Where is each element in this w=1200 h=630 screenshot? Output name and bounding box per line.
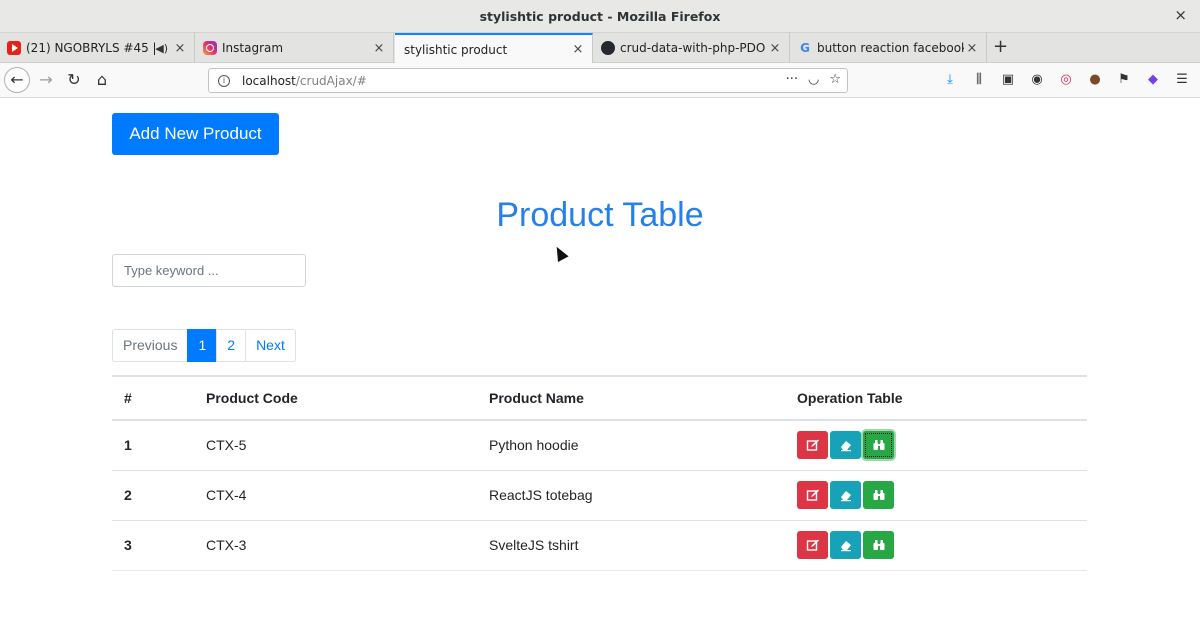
page-actions-icon[interactable]: ··· bbox=[786, 72, 798, 87]
page-title: Product Table bbox=[496, 196, 704, 234]
binoculars-icon bbox=[872, 488, 886, 502]
edit-icon bbox=[806, 538, 820, 552]
mouse-cursor-icon bbox=[551, 244, 569, 262]
url-path: /crudAjax/# bbox=[295, 73, 367, 88]
tab-github[interactable]: crud-data-with-php-PDO × bbox=[594, 33, 790, 63]
tab-close-icon[interactable]: × bbox=[570, 42, 586, 57]
product-name: Python hoodie bbox=[477, 420, 785, 471]
toolbar-icons: ⤓ ⫼ ▣ ◉ ◎ ● ⚑ ◆ ☰ bbox=[942, 72, 1190, 88]
column-header-product-name: Product Name bbox=[489, 390, 584, 406]
tab-google[interactable]: G button reaction facebook × bbox=[791, 33, 987, 63]
tab-close-icon[interactable]: × bbox=[767, 41, 783, 56]
tab-close-icon[interactable]: × bbox=[172, 41, 188, 56]
row-number: 3 bbox=[112, 520, 194, 571]
pagination: Previous 1 2 Next bbox=[112, 329, 296, 362]
binoculars-icon bbox=[872, 438, 886, 452]
github-icon bbox=[601, 41, 615, 55]
search-input[interactable] bbox=[112, 254, 306, 287]
column-header-product-code: Product Code bbox=[206, 390, 298, 406]
pagination-page-2[interactable]: 2 bbox=[216, 329, 247, 362]
tab-instagram[interactable]: Instagram × bbox=[196, 33, 394, 63]
product-code: CTX-5 bbox=[194, 420, 477, 471]
window-title: stylishtic product - Mozilla Firefox bbox=[479, 8, 721, 24]
eraser-icon bbox=[839, 538, 853, 552]
menu-icon[interactable]: ☰ bbox=[1174, 72, 1190, 88]
eraser-icon bbox=[839, 438, 853, 452]
column-header-number: # bbox=[124, 390, 132, 406]
instagram-icon bbox=[203, 41, 217, 55]
tab-stylishtic-product[interactable]: stylishtic product × bbox=[395, 33, 593, 64]
tab-strip: (21) NGOBRYLS #45 | ◀) × Instagram × sty… bbox=[0, 33, 1200, 64]
product-table: # Product Code Product Name Operation Ta… bbox=[112, 375, 1087, 571]
page-content: Add New Product Product Table Previous 1… bbox=[0, 98, 1200, 630]
tab-label: stylishtic product bbox=[404, 42, 508, 57]
edit-icon bbox=[806, 438, 820, 452]
tab-close-icon[interactable]: × bbox=[371, 41, 387, 56]
pagination-page-1[interactable]: 1 bbox=[187, 329, 218, 362]
edit-button[interactable] bbox=[797, 431, 828, 460]
url-bar[interactable]: i localhost/crudAjax/# ··· ◡ ☆ bbox=[208, 68, 848, 93]
pocket-icon[interactable]: ◡ bbox=[808, 72, 819, 87]
new-tab-button[interactable]: + bbox=[993, 37, 1008, 57]
row-number: 1 bbox=[112, 420, 194, 471]
google-icon: G bbox=[800, 41, 810, 55]
binoculars-icon bbox=[872, 538, 886, 552]
delete-button[interactable] bbox=[830, 431, 861, 460]
sidebar-icon[interactable]: ▣ bbox=[1000, 72, 1016, 88]
url-host: localhost bbox=[242, 73, 296, 88]
table-row: 1 CTX-5 Python hoodie bbox=[112, 420, 1087, 471]
forward-button[interactable]: → bbox=[33, 67, 59, 93]
eraser-icon bbox=[839, 488, 853, 502]
tab-youtube[interactable]: (21) NGOBRYLS #45 | ◀) × bbox=[0, 33, 195, 63]
reload-button[interactable]: ↻ bbox=[61, 67, 87, 93]
product-code: CTX-4 bbox=[194, 470, 477, 521]
table-row: 3 CTX-3 SvelteJS tshirt bbox=[112, 520, 1087, 571]
view-button[interactable] bbox=[863, 431, 894, 460]
tab-label: Instagram bbox=[222, 41, 284, 55]
tab-label: crud-data-with-php-PDO bbox=[620, 41, 766, 55]
product-name: ReactJS totebag bbox=[477, 470, 785, 521]
tab-label: (21) NGOBRYLS #45 | bbox=[26, 41, 156, 55]
cookie-extension-icon[interactable]: ● bbox=[1087, 72, 1103, 88]
home-button[interactable]: ⌂ bbox=[89, 67, 115, 93]
pagination-previous[interactable]: Previous bbox=[112, 329, 189, 362]
pagination-next[interactable]: Next bbox=[245, 329, 296, 362]
add-new-product-button[interactable]: Add New Product bbox=[112, 113, 279, 155]
account-icon[interactable]: ◉ bbox=[1029, 72, 1045, 88]
operation-cell bbox=[785, 520, 1087, 571]
column-header-operation: Operation Table bbox=[797, 390, 903, 406]
navigation-bar: ← → ↻ ⌂ i localhost/crudAjax/# ··· ◡ ☆ ⤓… bbox=[0, 63, 1200, 98]
url-actions: ··· ◡ ☆ bbox=[786, 72, 841, 87]
audio-playing-icon[interactable]: ◀) bbox=[155, 42, 168, 55]
extension-icon[interactable]: ◆ bbox=[1145, 72, 1161, 88]
tab-close-icon[interactable]: × bbox=[964, 41, 980, 56]
window-titlebar: stylishtic product - Mozilla Firefox × bbox=[0, 0, 1200, 33]
product-code: CTX-3 bbox=[194, 520, 477, 571]
operation-cell bbox=[785, 420, 1087, 471]
view-button[interactable] bbox=[863, 481, 894, 509]
product-name: SvelteJS tshirt bbox=[477, 520, 785, 571]
library-icon[interactable]: ⫼ bbox=[971, 72, 987, 88]
view-button[interactable] bbox=[863, 531, 894, 559]
site-info-icon[interactable]: i bbox=[218, 74, 230, 87]
screen-record-icon[interactable]: ◎ bbox=[1058, 72, 1074, 88]
delete-button[interactable] bbox=[830, 481, 861, 509]
downloads-icon[interactable]: ⤓ bbox=[942, 72, 958, 88]
table-header-row: # Product Code Product Name Operation Ta… bbox=[112, 376, 1087, 420]
youtube-icon bbox=[7, 41, 21, 55]
tab-label: button reaction facebook bbox=[817, 41, 964, 55]
bookmark-star-icon[interactable]: ☆ bbox=[829, 72, 841, 87]
back-button[interactable]: ← bbox=[4, 67, 30, 93]
operation-cell bbox=[785, 470, 1087, 521]
delete-button[interactable] bbox=[830, 531, 861, 559]
window-close-button[interactable]: × bbox=[1174, 8, 1187, 23]
row-number: 2 bbox=[112, 470, 194, 521]
edit-button[interactable] bbox=[797, 481, 828, 509]
flag-extension-icon[interactable]: ⚑ bbox=[1116, 72, 1132, 88]
edit-button[interactable] bbox=[797, 531, 828, 559]
table-row: 2 CTX-4 ReactJS totebag bbox=[112, 470, 1087, 521]
edit-icon bbox=[806, 488, 820, 502]
